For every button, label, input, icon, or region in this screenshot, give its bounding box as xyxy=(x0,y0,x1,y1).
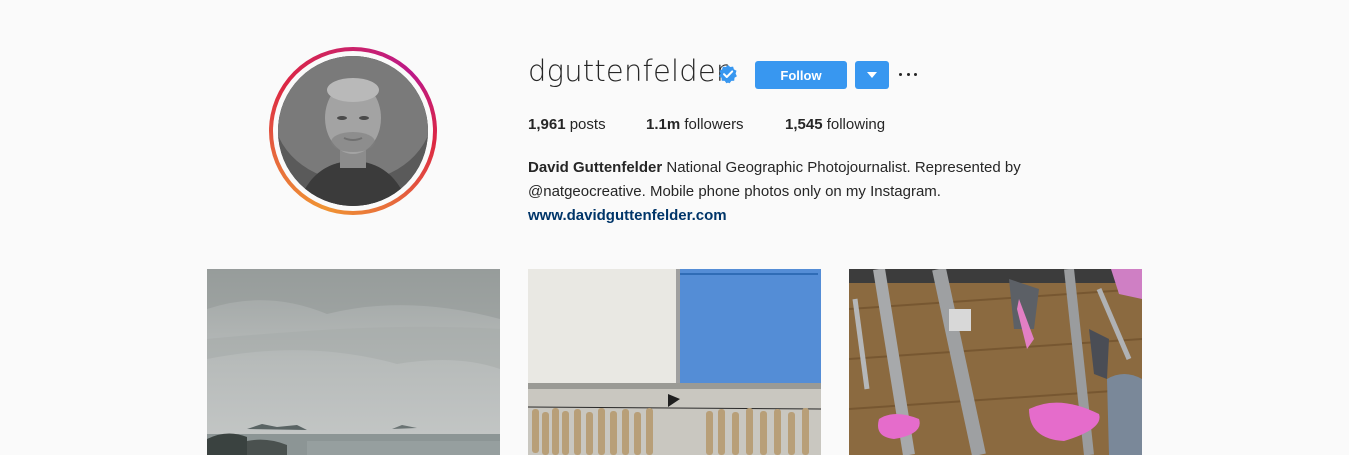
post-thumbnail[interactable] xyxy=(849,269,1142,455)
ellipsis-dot xyxy=(914,72,917,76)
caret-down-icon xyxy=(867,72,877,78)
post-thumbnail[interactable] xyxy=(528,269,821,455)
avatar-story-ring[interactable] xyxy=(269,47,437,215)
posts-label: posts xyxy=(569,116,606,133)
follow-button[interactable]: Follow xyxy=(755,61,847,89)
stat-following[interactable]: 1,545 following xyxy=(785,116,885,133)
avatar[interactable] xyxy=(278,56,428,206)
verified-badge-icon xyxy=(718,64,738,84)
posts-count: 1,961 xyxy=(528,116,566,133)
following-label: following xyxy=(826,116,886,133)
ellipsis-dot xyxy=(899,72,902,76)
bio-text-1: National Geographic Photojournalist. Rep… xyxy=(666,159,1021,176)
profile-bio: David Guttenfelder National Geographic P… xyxy=(528,156,1088,228)
website-link[interactable]: www.davidguttenfelder.com xyxy=(528,204,1088,228)
post-image-classroom-floor xyxy=(849,269,1142,455)
post-image-corn-wall xyxy=(528,269,821,455)
bio-line-1: David Guttenfelder National Geographic P… xyxy=(528,156,1088,180)
bio-text-2: @natgeocreative. Mobile phone photos onl… xyxy=(528,183,941,200)
following-count: 1,545 xyxy=(785,116,823,133)
stat-followers[interactable]: 1.1m followers xyxy=(646,116,744,133)
followers-label: followers xyxy=(684,116,744,133)
avatar-ring-gap xyxy=(273,51,433,211)
profile-username: dguttenfelder xyxy=(528,54,729,88)
suggested-dropdown-button[interactable] xyxy=(855,61,889,89)
avatar-photo-image xyxy=(278,56,428,206)
more-options-button[interactable] xyxy=(899,68,917,80)
ellipsis-dot xyxy=(906,72,910,76)
post-thumbnail[interactable] xyxy=(207,269,500,455)
stat-posts: 1,961 posts xyxy=(528,116,606,133)
followers-count: 1.1m xyxy=(646,116,681,133)
full-name: David Guttenfelder xyxy=(528,159,663,176)
post-image-coastal-landscape xyxy=(207,269,500,455)
